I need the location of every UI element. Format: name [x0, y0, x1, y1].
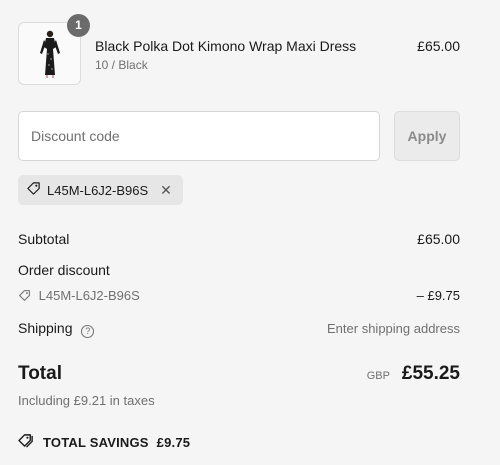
order-discount-value: – £9.75 — [416, 288, 460, 303]
subtotal-row: Subtotal £65.00 — [18, 231, 460, 247]
order-discount-row: Order discount — [18, 262, 460, 278]
question-circle-icon[interactable]: ? — [81, 325, 95, 338]
taxes-note: Including £9.21 in taxes — [18, 393, 155, 408]
subtotal-label: Subtotal — [18, 231, 70, 247]
applied-discount-code: L45M-L6J2-B96S — [47, 182, 149, 198]
total-value: £55.25 — [401, 363, 460, 384]
order-discount-label: Order discount — [18, 262, 110, 278]
apply-discount-button[interactable]: Apply — [394, 111, 460, 161]
order-discount-code: L45M-L6J2-B96S — [38, 288, 140, 303]
product-price: £65.00 — [417, 38, 460, 54]
discount-code-input[interactable] — [18, 111, 380, 161]
total-label: Total — [18, 363, 62, 384]
subtotal-value: £65.00 — [417, 231, 460, 247]
shipping-label: Shipping — [18, 320, 73, 336]
close-icon[interactable]: ✕ — [160, 182, 172, 199]
order-discount-code-row: L45M-L6J2-B96S – £9.75 — [18, 288, 460, 305]
discount-tag-icon — [18, 433, 35, 451]
product-title: Black Polka Dot Kimono Wrap Maxi Dress — [95, 38, 357, 54]
dress-image — [40, 30, 60, 78]
cart-line-item: 1 Black Polka Dot Kimono Wrap Maxi Dress… — [18, 14, 460, 86]
total-savings-label: TOTAL SAVINGS — [43, 434, 149, 450]
total-savings: TOTAL SAVINGS £9.75 — [18, 433, 190, 451]
total-savings-value: £9.75 — [156, 434, 191, 450]
product-variant: 10 / Black — [95, 58, 148, 72]
quantity-badge: 1 — [67, 14, 90, 37]
product-thumbnail: 1 — [18, 14, 90, 85]
tag-icon — [18, 290, 35, 305]
total-value-group: GBP £55.25 — [367, 363, 460, 385]
applied-discount-chip: L45M-L6J2-B96S ✕ — [18, 175, 183, 205]
total-row: Total GBP £55.25 — [18, 363, 460, 385]
shipping-row: Shipping ? Enter shipping address — [18, 320, 460, 338]
currency-code: GBP — [366, 370, 390, 382]
shipping-value: Enter shipping address — [327, 321, 460, 336]
tag-icon — [26, 181, 41, 199]
